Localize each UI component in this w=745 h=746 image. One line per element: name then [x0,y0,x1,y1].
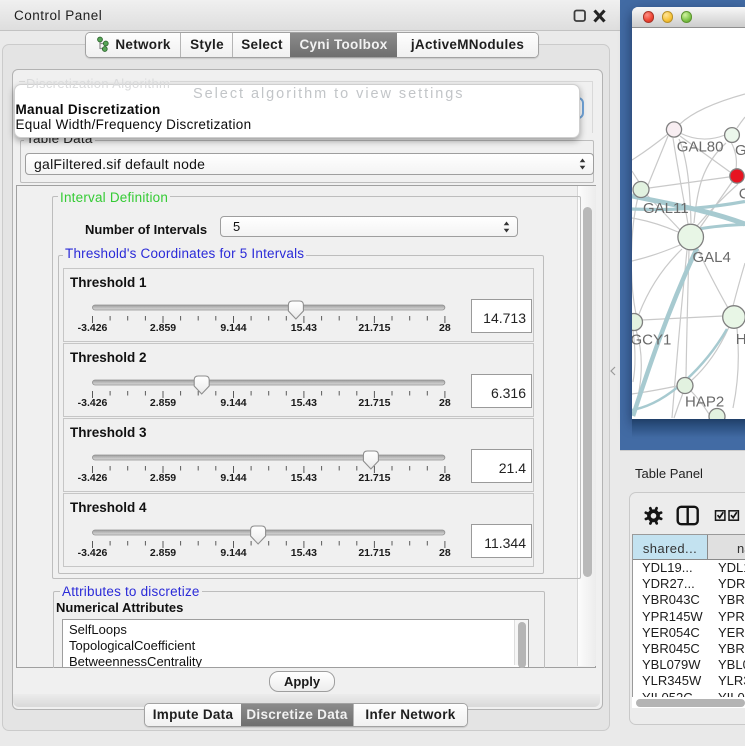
svg-text:GAL4: GAL4 [693,249,731,266]
svg-text:HAP2: HAP2 [685,394,724,411]
svg-text:CRP1: CRP1 [739,186,745,203]
svg-text:GCY1: GCY1 [632,331,671,348]
svg-text:GAL11: GAL11 [643,200,689,217]
svg-text:GAL1: GAL1 [735,142,745,159]
svg-text:GAL80: GAL80 [677,139,724,156]
svg-text:HAP1: HAP1 [736,331,745,348]
